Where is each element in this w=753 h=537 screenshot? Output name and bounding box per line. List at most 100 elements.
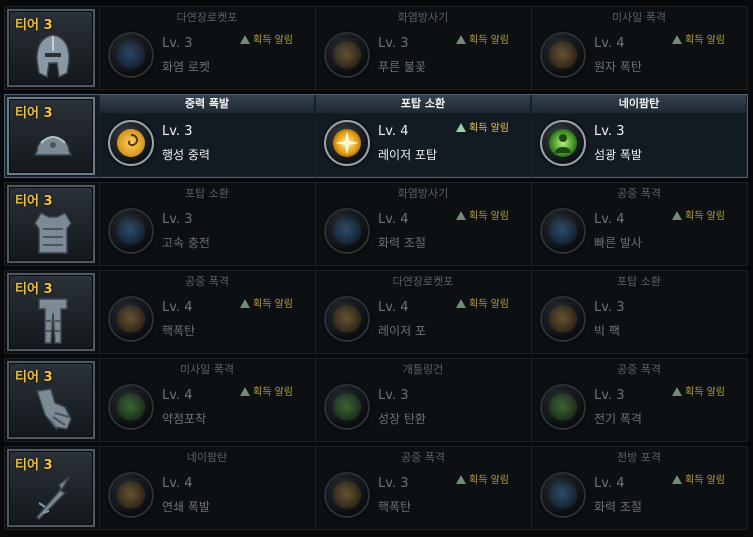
- skill-cell[interactable]: 전방 포격 Lv. 4 화력 조절 획득 알림: [531, 447, 745, 531]
- notify-label: 획득 알림: [253, 299, 293, 310]
- acquire-notify-button[interactable]: 획득 알림: [456, 119, 509, 134]
- skill-level: Lv. 3: [162, 124, 193, 139]
- acquire-notify-button[interactable]: 획득 알림: [672, 207, 725, 222]
- tier-row: 티어 3 포탑 소환 Lv. 3 고속 충전 화염방사기 Lv. 4 화력 조절…: [4, 182, 748, 267]
- skill-name: 핵폭탄: [162, 324, 196, 338]
- rapid-fire-icon: [540, 208, 586, 254]
- weapon-name: 네이팜탄: [532, 95, 746, 113]
- acquire-notify-button[interactable]: 획득 알림: [672, 471, 725, 486]
- acquire-notify-button[interactable]: 획득 알림: [456, 207, 509, 222]
- weapon-name: 화염방사기: [397, 11, 449, 24]
- tier-slot[interactable]: 티어 3: [7, 449, 95, 527]
- skill-cell[interactable]: 포탑 소환 Lv. 3 고속 충전: [99, 183, 313, 267]
- skill-name: 화염 로켓: [162, 60, 210, 74]
- helmet-icon: [31, 33, 75, 81]
- weapon-name: 네이팜탄: [186, 451, 228, 464]
- acquire-notify-button[interactable]: 획득 알림: [456, 31, 509, 46]
- skill-cell[interactable]: 개틀링건 Lv. 3 성장 탄환: [315, 359, 529, 443]
- skill-name: 섬광 폭발: [594, 148, 642, 162]
- skill-name: 레이저 포탑: [378, 148, 438, 162]
- skill-name: 핵폭탄: [378, 500, 412, 514]
- notify-label: 획득 알림: [469, 475, 509, 486]
- acquire-notify-button[interactable]: 획득 알림: [240, 31, 293, 46]
- notify-label: 획득 알림: [469, 35, 509, 46]
- acquire-notify-button[interactable]: 획득 알림: [672, 31, 725, 46]
- weapon-name: 포탑 소환: [185, 187, 229, 200]
- gravity-swirl-icon: [108, 120, 154, 166]
- tier-upgrade-panel: 티어 3 다연장로켓포 Lv. 3 화염 로켓 획득 알림 화염방사기 Lv. …: [0, 0, 753, 537]
- tier-row-selected: 티어 3 중력 폭발 Lv. 3 행성 중력 포탑 소환 Lv. 4 레이저 포…: [4, 94, 748, 179]
- weapon-name: 중력 폭발: [100, 95, 314, 113]
- tier-row: 티어 3 공중 폭격 Lv. 4 핵폭탄 획득 알림 다연장로켓포 Lv. 4 …: [4, 270, 748, 355]
- skill-name: 약점포착: [162, 412, 207, 426]
- notify-icon: [240, 387, 250, 396]
- grass-icon: [324, 384, 370, 430]
- acquire-notify-button[interactable]: 획득 알림: [456, 471, 509, 486]
- arrow-up-icon: [540, 472, 586, 518]
- skill-name: 푸른 불꽃: [378, 60, 426, 74]
- tier-label: 티어 3: [15, 194, 53, 209]
- skill-level: Lv. 4: [162, 388, 193, 403]
- tier-slot[interactable]: 티어 3: [7, 273, 95, 351]
- skill-cell[interactable]: 미사일 폭격 Lv. 4 원자 폭탄 획득 알림: [531, 7, 745, 91]
- skill-cell[interactable]: 포탑 소환 Lv. 3 빅 팩: [531, 271, 745, 355]
- skill-cell[interactable]: 공중 폭격 Lv. 3 핵폭탄 획득 알림: [315, 447, 529, 531]
- skill-level: Lv. 3: [162, 36, 193, 51]
- acquire-notify-button[interactable]: 획득 알림: [240, 295, 293, 310]
- notify-icon: [672, 387, 682, 396]
- skill-cell[interactable]: 네이팜탄 Lv. 3 섬광 폭발: [531, 95, 746, 179]
- skill-cell[interactable]: 중력 폭발 Lv. 3 행성 중력: [99, 95, 314, 179]
- skill-cell[interactable]: 화염방사기 Lv. 3 푸른 불꽃 획득 알림: [315, 7, 529, 91]
- notify-label: 획득 알림: [469, 211, 509, 222]
- tier-slot[interactable]: 티어 3: [7, 97, 95, 175]
- tier-label: 티어 3: [15, 106, 53, 121]
- weapon-name: 공중 폭격: [185, 275, 229, 288]
- weapon-name: 공중 폭격: [401, 451, 445, 464]
- skill-level: Lv. 4: [162, 300, 193, 315]
- skill-cell[interactable]: 공중 폭격 Lv. 4 빠른 발사 획득 알림: [531, 183, 745, 267]
- skill-name: 화력 조절: [594, 500, 642, 514]
- skill-cell[interactable]: 공중 폭격 Lv. 4 핵폭탄 획득 알림: [99, 271, 313, 355]
- notify-icon: [456, 475, 466, 484]
- tier-slot[interactable]: 티어 3: [7, 185, 95, 263]
- skill-cell[interactable]: 화염방사기 Lv. 4 화력 조절 획득 알림: [315, 183, 529, 267]
- tier-label: 티어 3: [15, 282, 53, 297]
- atom-bomb-icon: [540, 32, 586, 78]
- tier-label: 티어 3: [15, 18, 53, 33]
- leg-armor-icon: [31, 297, 75, 345]
- acquire-notify-button[interactable]: 획득 알림: [240, 383, 293, 398]
- notify-icon: [672, 211, 682, 220]
- skill-name: 원자 폭탄: [594, 60, 642, 74]
- lightning-icon: [540, 384, 586, 430]
- skill-name: 연쇄 폭발: [162, 500, 210, 514]
- skill-level: Lv. 3: [594, 388, 625, 403]
- skill-cell[interactable]: 네이팜탄 Lv. 4 연쇄 폭발: [99, 447, 313, 531]
- skill-cell[interactable]: 다연장로켓포 Lv. 4 레이저 포 획득 알림: [315, 271, 529, 355]
- notify-icon: [456, 35, 466, 44]
- tier-label: 티어 3: [15, 370, 53, 385]
- chest-armor-icon: [31, 209, 75, 257]
- notify-label: 획득 알림: [469, 299, 509, 310]
- skill-level: Lv. 4: [378, 124, 409, 139]
- tier-row: 티어 3 다연장로켓포 Lv. 3 화염 로켓 획득 알림 화염방사기 Lv. …: [4, 6, 748, 91]
- arrow-up-icon: [324, 208, 370, 254]
- skill-cell[interactable]: 다연장로켓포 Lv. 3 화염 로켓 획득 알림: [99, 7, 313, 91]
- acquire-notify-button[interactable]: 획득 알림: [456, 295, 509, 310]
- skill-cell[interactable]: 공중 폭격 Lv. 3 전기 폭격 획득 알림: [531, 359, 745, 443]
- skill-level: Lv. 4: [594, 476, 625, 491]
- skill-cell[interactable]: 포탑 소환 Lv. 4 레이저 포탑 획득 알림: [315, 95, 530, 179]
- notify-icon: [240, 35, 250, 44]
- weapon-name: 미사일 폭격: [611, 11, 667, 24]
- skill-name: 빅 팩: [594, 324, 620, 338]
- acquire-notify-button[interactable]: 획득 알림: [672, 383, 725, 398]
- skill-name: 고속 충전: [162, 236, 210, 250]
- skill-level: Lv. 3: [594, 124, 625, 139]
- laser-beam-icon: [324, 296, 370, 342]
- skill-cell[interactable]: 미사일 폭격 Lv. 4 약점포착 획득 알림: [99, 359, 313, 443]
- nuke-icon: [324, 472, 370, 518]
- tier-slot[interactable]: 티어 3: [7, 361, 95, 439]
- hourglass-icon: [108, 208, 154, 254]
- blue-flame-icon: [324, 32, 370, 78]
- laser-burst-icon: [324, 120, 370, 166]
- tier-slot[interactable]: 티어 3: [7, 9, 95, 87]
